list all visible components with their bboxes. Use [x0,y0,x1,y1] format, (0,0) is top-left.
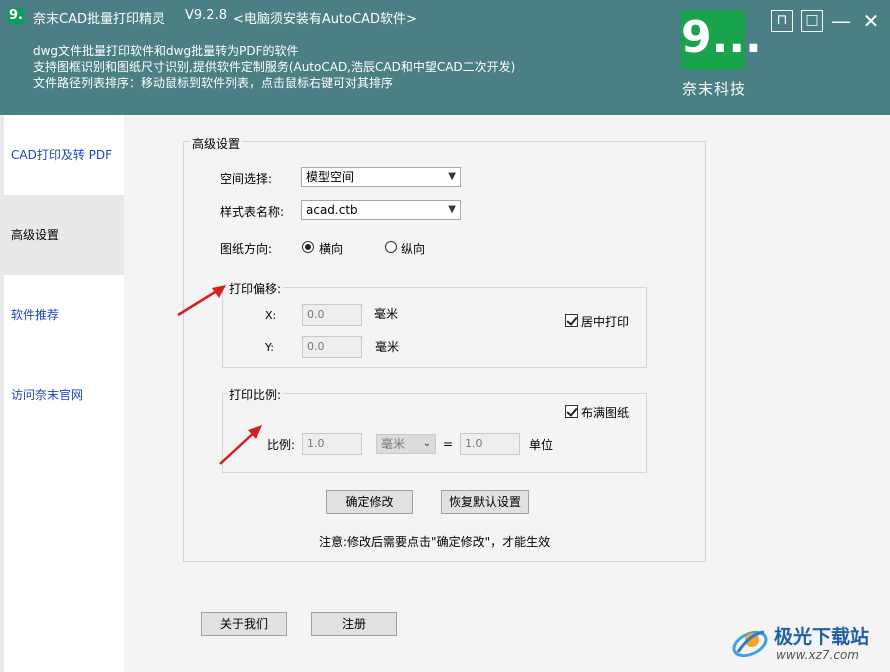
unit-select[interactable]: 毫米 ⌄ [376,434,436,454]
center-print-checkbox[interactable] [565,314,578,327]
style-select[interactable]: acad.ctb ▼ [301,200,461,220]
minimize-button[interactable]: — [830,10,852,32]
ratio-input[interactable]: 1.0 [302,433,362,455]
unit-value-input[interactable]: 1.0 [460,433,520,455]
unit-label: 单位 [529,438,554,452]
style-select-value: acad.ctb [306,203,358,217]
register-button[interactable]: 注册 [311,612,397,636]
main-panel: 高级设置 空间选择: 模型空间 ▼ 样式表名称: acad.ctb ▼ 图纸方向… [124,115,890,672]
ratio-label: 比例: [267,438,296,452]
brand-logo-glyph: 9... [681,12,762,63]
reset-defaults-button[interactable]: 恢复默认设置 [441,490,529,514]
fill-paper-label[interactable]: 布满图纸 [581,404,629,421]
app-window: 9. 奈末CAD批量打印精灵 V9.2.8 <电脑须安装有AutoCAD软件> … [0,0,890,672]
pin-icon: ⊓ [776,12,788,28]
app-version: V9.2.8 [185,8,227,23]
about-us-button[interactable]: 关于我们 [201,612,287,636]
app-note: <电脑须安装有AutoCAD软件> [233,12,417,27]
restore-button[interactable]: □ [801,10,823,32]
chevron-down-icon: ▼ [448,204,456,215]
style-label: 样式表名称: [220,205,285,219]
equals-sign: = [443,437,454,451]
sidebar-item-label: 访问奈末官网 [11,388,84,402]
chevron-down-icon: ⌄ [422,438,431,449]
orientation-landscape-radio[interactable] [302,241,314,253]
sidebar-filler [4,435,124,672]
chevron-down-icon: ▼ [448,171,456,182]
annotation-arrow-scale [219,425,262,465]
notice-text: 注意:修改后需要点击"确定修改"，才能生效 [319,535,551,549]
app-logo-icon: 9. [8,8,24,24]
space-select-value: 模型空间 [306,170,355,184]
brand-logo: 9... [681,10,762,70]
description-line: 支持图框识别和图纸尺寸识别,提供软件定制服务(AutoCAD,浩辰CAD和中望C… [33,60,516,74]
orientation-portrait-label[interactable]: 纵向 [401,240,425,257]
restore-icon: □ [805,12,819,28]
sidebar-item-visit-website[interactable]: 访问奈末官网 [4,355,124,435]
offset-x-input[interactable]: 0.0 [302,304,362,326]
offset-x-unit: 毫米 [374,307,399,321]
offset-y-label: Y: [265,341,274,354]
sidebar-item-cad-print[interactable]: CAD打印及转 PDF [4,115,124,195]
watermark-url: www.xz7.com [776,648,859,662]
space-label: 空间选择: [220,172,273,186]
offset-y-unit: 毫米 [375,340,400,354]
brand-name: 奈末科技 [681,80,746,98]
annotation-arrow-offset [177,285,226,317]
close-button[interactable]: ✕ [860,10,882,32]
group-title: 高级设置 [190,135,243,152]
sidebar-item-label: 高级设置 [11,228,60,242]
sidebar-item-label: CAD打印及转 PDF [11,148,113,162]
minimize-icon: — [831,9,851,33]
offset-y-input[interactable]: 0.0 [302,336,362,358]
description-line: 文件路径列表排序：移动鼠标到软件列表，点击鼠标右键可对其排序 [33,76,394,90]
offset-x-label: X: [265,309,277,322]
space-select[interactable]: 模型空间 ▼ [301,167,461,187]
confirm-button[interactable]: 确定修改 [326,490,413,514]
fill-paper-checkbox[interactable] [565,405,578,418]
print-scale-title: 打印比例: [227,386,284,403]
watermark-logo-icon [732,630,768,658]
pin-button[interactable]: ⊓ [771,10,793,32]
print-offset-title: 打印偏移: [227,280,284,297]
sidebar-item-software-recommend[interactable]: 软件推荐 [4,275,124,355]
close-icon: ✕ [862,9,880,33]
sidebar-item-label: 软件推荐 [11,308,60,322]
center-print-label[interactable]: 居中打印 [581,313,629,330]
unit-select-value: 毫米 [381,437,406,451]
orientation-landscape-label[interactable]: 横向 [319,240,343,257]
app-title: 奈末CAD批量打印精灵 [33,12,165,27]
sidebar-item-advanced-settings[interactable]: 高级设置 [4,195,124,275]
description-line: dwg文件批量打印软件和dwg批量转为PDF的软件 [33,44,299,58]
orientation-portrait-radio[interactable] [385,241,397,253]
watermark-name: 极光下载站 [774,626,870,648]
sidebar: CAD打印及转 PDF 高级设置 软件推荐 访问奈末官网 [0,115,124,672]
orientation-label: 图纸方向: [220,242,273,256]
header-bar: 9. 奈末CAD批量打印精灵 V9.2.8 <电脑须安装有AutoCAD软件> … [0,0,890,115]
